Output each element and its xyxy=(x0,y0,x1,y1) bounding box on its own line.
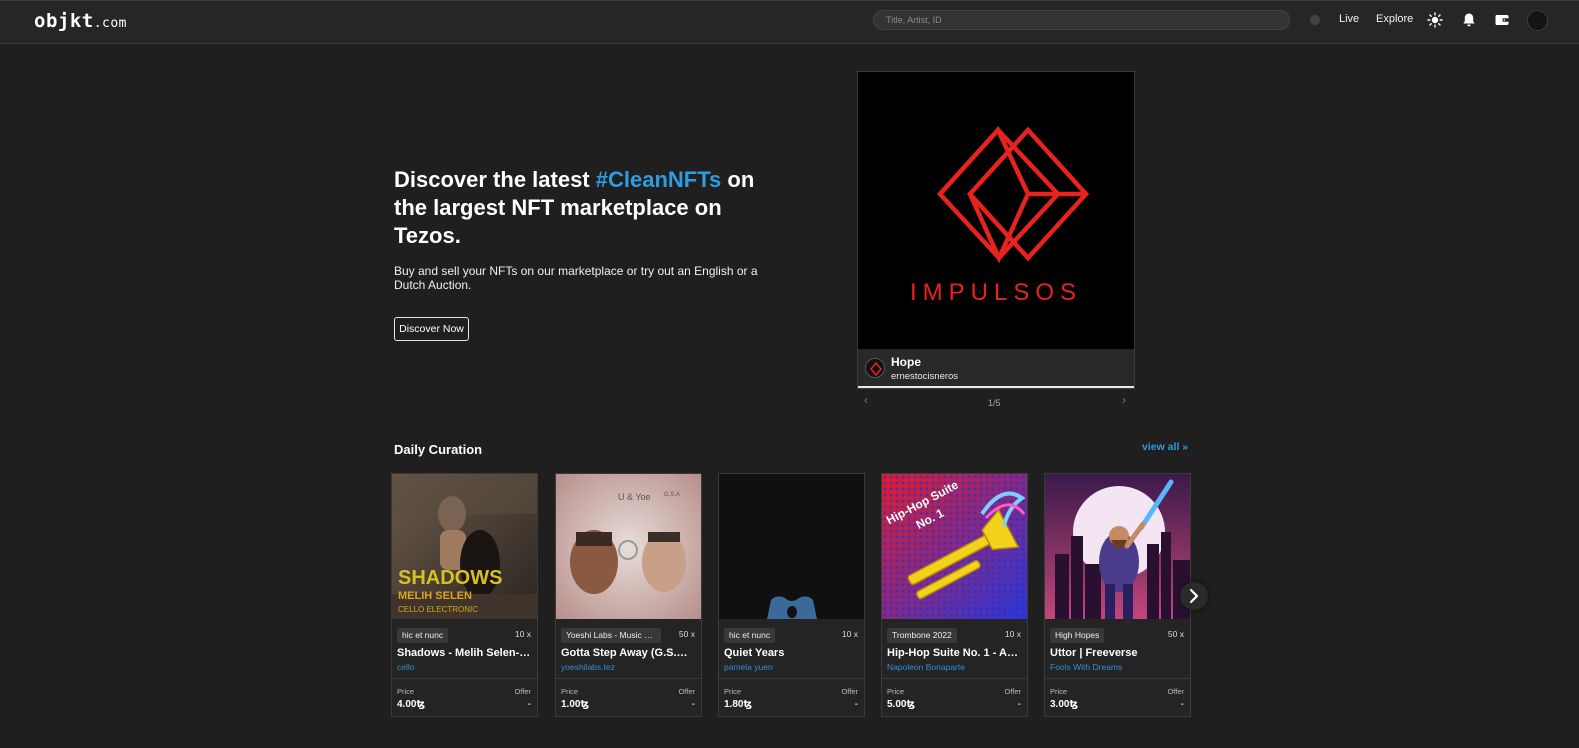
card-divider xyxy=(719,678,864,679)
thumb-text-line3: CELLO ELECTRONIC xyxy=(398,605,478,614)
view-all-link[interactable]: view all » xyxy=(1142,441,1188,453)
card-divider xyxy=(882,678,1027,679)
offer-value: - xyxy=(1180,699,1184,710)
price-label: Price xyxy=(397,687,415,696)
featured-title[interactable]: Hope xyxy=(891,355,921,369)
token-artist[interactable]: pamela yuen xyxy=(724,662,773,672)
search-input[interactable] xyxy=(873,10,1290,30)
notifications-bell-icon[interactable] xyxy=(1461,12,1477,28)
price-value: 1.00ꜩ xyxy=(561,699,590,710)
token-title[interactable]: Shadows - Melih Selen- Cello Electronic xyxy=(397,647,531,659)
price-value: 3.00ꜩ xyxy=(1050,699,1079,710)
theme-sun-icon[interactable] xyxy=(1427,12,1443,28)
wallet-icon[interactable] xyxy=(1494,12,1510,28)
offer-value: - xyxy=(1017,699,1021,710)
price-label: Price xyxy=(1050,687,1068,696)
editions-count: 10 x xyxy=(841,629,858,639)
offer-label: Offer xyxy=(514,687,531,696)
price-value: 5.00ꜩ xyxy=(887,699,916,710)
card-divider xyxy=(1045,678,1190,679)
offer-value: - xyxy=(691,699,695,710)
logo-main-text: objkt xyxy=(34,10,94,32)
editions-count: 10 x xyxy=(1004,629,1021,639)
offer-label: Offer xyxy=(1167,687,1184,696)
top-header: objkt.com Live Explore xyxy=(0,0,1579,44)
price-label: Price xyxy=(561,687,579,696)
featured-artwork: IMPULSOS xyxy=(858,72,1134,349)
hero-title-accent: #CleanNFTs xyxy=(595,167,722,192)
featured-token-card[interactable]: IMPULSOS Hope ernestocisneros xyxy=(857,71,1135,389)
collection-tag[interactable]: hic et nunc xyxy=(724,628,776,643)
collection-tag[interactable]: High Hopes xyxy=(1050,628,1105,643)
editions-count: 10 x xyxy=(514,629,531,639)
offer-value: - xyxy=(854,699,858,710)
token-thumbnail: U & Yoe G.S.A xyxy=(556,474,701,619)
hero-title: Discover the latest #CleanNFTs on the la… xyxy=(394,166,774,250)
network-status-dot xyxy=(1310,15,1320,25)
curation-next-button[interactable] xyxy=(1180,582,1208,610)
token-thumbnail: Hip-Hop Suite No. 1 xyxy=(882,474,1027,619)
editions-count: 50 x xyxy=(1167,629,1184,639)
token-card-hip-hop-suite[interactable]: Hip-Hop Suite No. 1 Trombone 2022 10 x H… xyxy=(881,473,1028,717)
nav-explore-link[interactable]: Explore xyxy=(1376,13,1413,25)
collection-tag[interactable]: hic et nunc xyxy=(397,628,449,643)
featured-artist-avatar xyxy=(865,358,885,378)
card-divider xyxy=(556,678,701,679)
collection-tag[interactable]: Trombone 2022 xyxy=(887,628,957,643)
offer-label: Offer xyxy=(678,687,695,696)
token-artist[interactable]: Napoleon Bonaparte xyxy=(887,662,965,672)
token-card-shadows[interactable]: SHADOWS MELIH SELEN CELLO ELECTRONIC hic… xyxy=(391,473,538,717)
token-thumbnail: SHADOWS MELIH SELEN CELLO ELECTRONIC xyxy=(392,474,537,619)
thumb-text-line2: MELIH SELEN xyxy=(398,590,472,602)
thumb-text-line1: SHADOWS xyxy=(398,567,502,589)
token-thumbnail xyxy=(719,474,864,619)
token-thumbnail xyxy=(1045,474,1190,619)
user-avatar[interactable] xyxy=(1527,10,1548,31)
collection-tag[interactable]: Yoeshi Labs - Music Collection xyxy=(561,628,661,643)
chevron-right-icon xyxy=(1189,588,1199,604)
price-label: Price xyxy=(887,687,905,696)
hero-title-part1: Discover the latest xyxy=(394,167,596,192)
carousel-next-chevron-icon[interactable]: › xyxy=(1122,393,1126,407)
daily-curation-title: Daily Curation xyxy=(394,442,483,457)
impulsos-art-text: IMPULSOS xyxy=(910,279,1082,306)
token-card-uttor-freeverse[interactable]: High Hopes 50 x Uttor | Freeverse Fools … xyxy=(1044,473,1191,717)
token-title[interactable]: Hip-Hop Suite No. 1 - Animated xyxy=(887,647,1021,659)
price-value: 1.80ꜩ xyxy=(724,699,753,710)
price-value: 4.00ꜩ xyxy=(397,699,426,710)
card-divider xyxy=(392,678,537,679)
logo-suffix-text: .com xyxy=(93,16,128,31)
carousel-counter: 1/5 xyxy=(988,398,1001,408)
token-title[interactable]: Quiet Years xyxy=(724,647,858,659)
token-card-quiet-years[interactable]: hic et nunc 10 x Quiet Years pamela yuen… xyxy=(718,473,865,717)
thumb-text-line2: G.S.A xyxy=(664,492,680,498)
token-artist[interactable]: yoeshilabs.tez xyxy=(561,662,615,672)
offer-value: - xyxy=(527,699,531,710)
objkt-logo[interactable]: objkt.com xyxy=(34,10,127,32)
token-title[interactable]: Uttor | Freeverse xyxy=(1050,647,1184,659)
token-artist[interactable]: cello xyxy=(397,662,414,672)
nav-live-link[interactable]: Live xyxy=(1339,13,1359,25)
featured-info-bar: Hope ernestocisneros xyxy=(858,349,1134,388)
token-card-gotta-step-away[interactable]: U & Yoe G.S.A Yoeshi Labs - Music Collec… xyxy=(555,473,702,717)
token-artist[interactable]: Fools With Dreams xyxy=(1050,662,1122,672)
token-title[interactable]: Gotta Step Away (G.S.A) - U & Yoe xyxy=(561,647,695,659)
featured-artist[interactable]: ernestocisneros xyxy=(891,371,958,382)
hero-subtitle: Buy and sell your NFTs on our marketplac… xyxy=(394,264,758,292)
carousel-prev-chevron-icon[interactable]: ‹ xyxy=(864,393,868,407)
thumb-text-line1: U & Yoe xyxy=(618,492,651,502)
price-label: Price xyxy=(724,687,742,696)
offer-label: Offer xyxy=(1004,687,1021,696)
discover-now-button[interactable]: Discover Now xyxy=(394,317,469,341)
offer-label: Offer xyxy=(841,687,858,696)
editions-count: 50 x xyxy=(678,629,695,639)
